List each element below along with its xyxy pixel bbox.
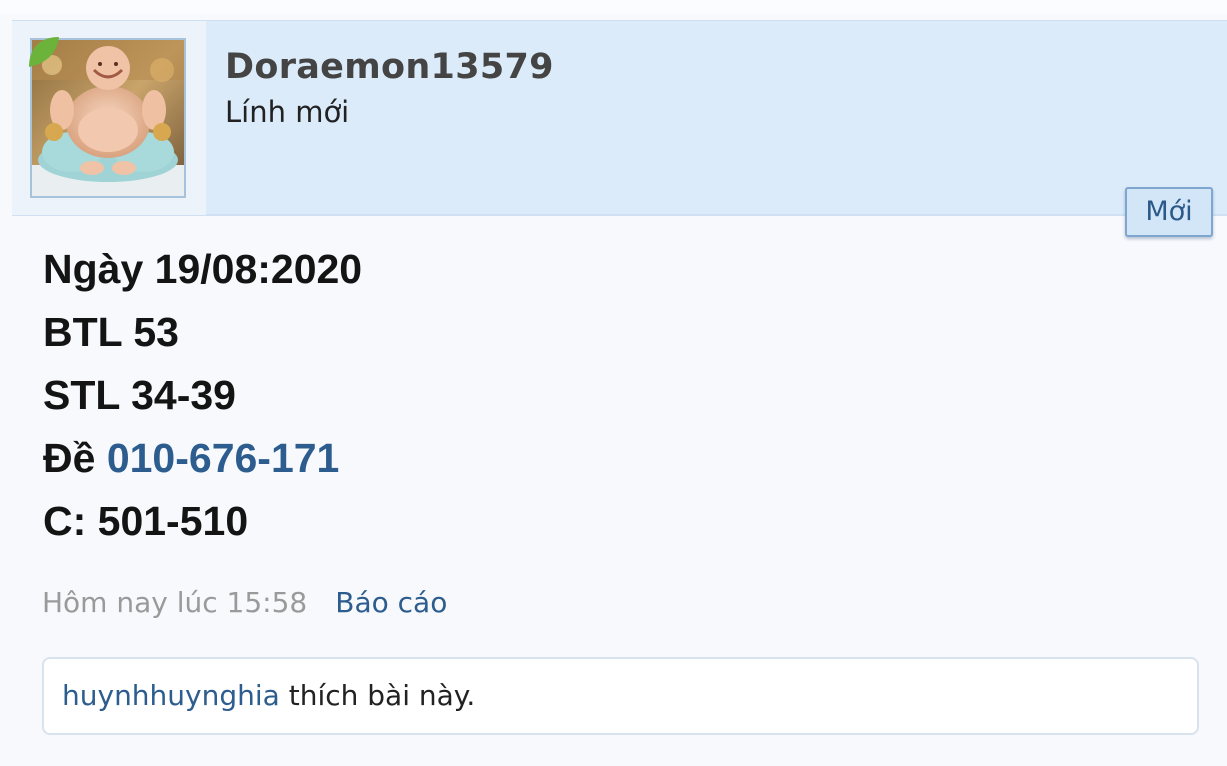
likes-text: thích bài này. <box>288 679 476 712</box>
post-content: Ngày 19/08:2020 BTL 53 STL 34-39 Đề 010-… <box>43 238 362 553</box>
leaf-icon <box>29 37 59 67</box>
post-line-date: Ngày 19/08:2020 <box>43 246 363 292</box>
avatar-cell <box>12 21 206 215</box>
post-line-btl: BTL 53 <box>43 309 179 355</box>
likes-summary: huynhhuynghia thích bài này. <box>42 657 1199 735</box>
post-timestamp: Hôm nay lúc 15:58 <box>42 586 308 619</box>
post-meta: Hôm nay lúc 15:58 Báo cáo <box>42 586 447 619</box>
new-post-badge: Mới <box>1125 187 1213 237</box>
author-rank: Lính mới <box>225 95 350 129</box>
de-numbers-link[interactable]: 010-676-171 <box>107 435 340 481</box>
report-link[interactable]: Báo cáo <box>335 586 447 619</box>
post-line-c: C: 501-510 <box>43 498 249 544</box>
top-divider <box>0 0 1227 14</box>
liker-username-link[interactable]: huynhhuynghia <box>62 679 280 712</box>
post-author-header: Doraemon13579 Lính mới <box>12 20 1227 216</box>
post-line-stl: STL 34-39 <box>43 372 236 418</box>
author-username[interactable]: Doraemon13579 <box>225 47 554 87</box>
post-line-de: Đề 010-676-171 <box>43 427 362 490</box>
de-label: Đề <box>43 435 96 481</box>
